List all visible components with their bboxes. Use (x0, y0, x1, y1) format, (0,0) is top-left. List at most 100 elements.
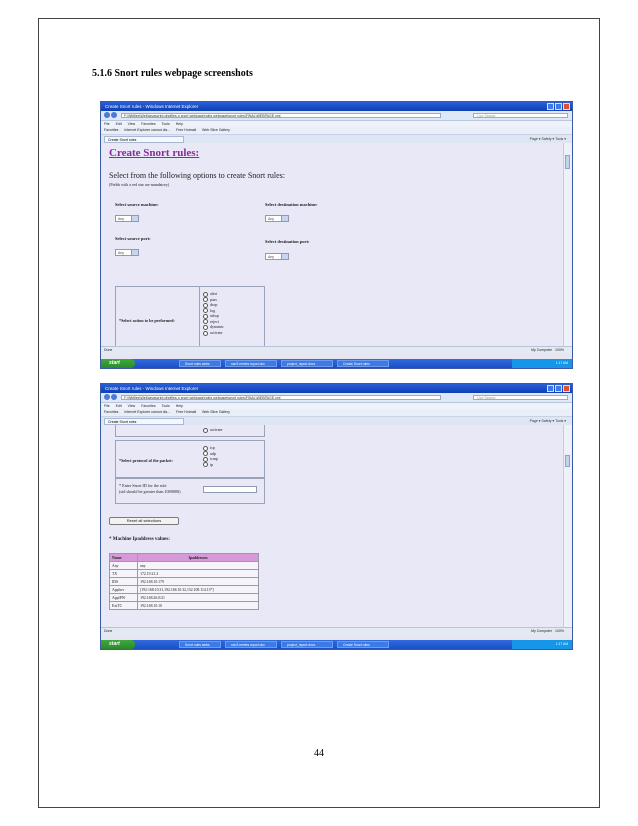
status-zoom[interactable]: 100% (555, 348, 564, 352)
action-fieldset-tail (115, 425, 265, 437)
menu-view[interactable]: View (128, 122, 136, 126)
system-tray: 1:17 AM (512, 359, 572, 368)
reset-button[interactable]: Reset all selections (109, 517, 179, 525)
minimize-icon[interactable] (547, 103, 554, 110)
table-cell: Applsrv (108, 585, 139, 594)
minimize-icon[interactable] (547, 385, 554, 392)
status-zoom[interactable]: 100% (555, 629, 564, 633)
favorites-button[interactable]: Favorites (104, 128, 118, 132)
menu-edit[interactable]: Edit (116, 404, 122, 408)
taskbar-item[interactable]: Snort rules webs (179, 360, 221, 367)
close-icon[interactable] (563, 103, 570, 110)
screenshot-1: Create Snort rules - Windows Internet Ex… (100, 101, 573, 369)
scrollbar-thumb[interactable] (565, 455, 570, 467)
radio-icmp[interactable]: icmp (203, 456, 218, 462)
table-row: TX 172.19.21.2 (108, 569, 259, 578)
table-header-cell: Ipaddresses (137, 553, 259, 562)
menu-tools[interactable]: Tools (162, 122, 170, 126)
menu-tools[interactable]: Tools (162, 404, 170, 408)
search-input[interactable]: Live Search (473, 395, 568, 400)
taskbar-item[interactable]: project_report.docx (281, 641, 333, 648)
table-row: Applsrv [192.168.10.31,192.168.10.32,152.… (108, 585, 259, 594)
machine-heading: * Machine Ipaddress values: (109, 537, 170, 542)
table-cell: ApplPW (108, 593, 139, 602)
source-port-select[interactable]: Any (115, 249, 139, 256)
favorite-link[interactable]: Free Hotmail (176, 128, 196, 132)
back-icon[interactable] (104, 112, 110, 118)
vertical-scrollbar[interactable] (563, 425, 572, 627)
sid-input[interactable] (203, 486, 257, 493)
favorite-link[interactable]: Free Hotmail (176, 410, 196, 414)
table-header-cell: Name (108, 553, 139, 562)
radio-ip[interactable]: ip (203, 462, 218, 468)
menu-help[interactable]: Help (176, 404, 183, 408)
start-button[interactable]: start (101, 640, 135, 649)
menu-file[interactable]: File (104, 404, 110, 408)
dest-machine-select[interactable]: Any (265, 215, 289, 222)
command-bar[interactable]: Page ▾ Safety ▾ Tools ▾ (530, 135, 566, 143)
table-cell: IDS (108, 577, 139, 586)
page-content: activate *Select protocol of the packet:… (101, 425, 564, 627)
table-cell: ExtTC (108, 601, 139, 610)
chevron-down-icon (281, 216, 288, 221)
browser-tab[interactable]: Create Snort rules (104, 136, 184, 143)
window-title: Create Snort rules - Windows Internet Ex… (105, 386, 199, 391)
screenshot-2: Create Snort rules - Windows Internet Ex… (100, 383, 573, 650)
favorite-link[interactable]: Internet Explorer cannot dis... (124, 128, 170, 132)
source-port-label: Select source port: (115, 236, 151, 241)
browser-tab[interactable]: Create Snort rules (104, 418, 184, 425)
favorite-link[interactable]: Web Slice Gallery (202, 128, 230, 132)
table-cell: TX (108, 569, 139, 578)
taskbar-item[interactable]: nat 8 entries report.doc (225, 641, 277, 648)
table-cell: any (137, 561, 259, 570)
favorite-link[interactable]: Internet Explorer cannot dis... (124, 410, 170, 414)
taskbar-item[interactable]: nat 8 entries report.doc (225, 360, 277, 367)
forward-icon[interactable] (111, 394, 117, 400)
menu-favorites[interactable]: Favorites (141, 404, 155, 408)
table-cell: 192.168.26.0/21 (137, 593, 259, 602)
form-note: (Fields with a red star are mandatory) (109, 182, 170, 187)
favorite-link[interactable]: Web Slice Gallery (202, 410, 230, 414)
close-icon[interactable] (563, 385, 570, 392)
action-label: *Select action to be performed: (119, 318, 175, 323)
address-input[interactable]: F:\Wbfiles\Web\javascript-phpfiles-n sno… (121, 113, 441, 118)
source-machine-select[interactable]: Any (115, 215, 139, 222)
address-input[interactable]: F:\Wbfiles\Web\javascript-phpfiles-n sno… (121, 395, 441, 400)
taskbar-item[interactable]: Create Snort rules (337, 360, 389, 367)
form-intro: Select from the following options to cre… (109, 171, 285, 180)
address-bar: F:\Wbfiles\Web\javascript-phpfiles-n sno… (101, 393, 572, 403)
menu-view[interactable]: View (128, 404, 136, 408)
favorites-bar: Favorites Internet Explorer cannot dis...… (101, 409, 572, 417)
taskbar-item[interactable]: Snort rules webs (179, 641, 221, 648)
action-radio-group: alert pass drop log sdrop reject dynamic… (203, 291, 224, 336)
scrollbar-thumb[interactable] (565, 155, 570, 169)
menu-favorites[interactable]: Favorites (141, 122, 155, 126)
command-bar[interactable]: Page ▾ Safety ▾ Tools ▾ (530, 417, 566, 425)
radio-activate[interactable]: activate (203, 330, 224, 336)
dest-port-select[interactable]: Any (265, 253, 289, 260)
window-title: Create Snort rules - Windows Internet Ex… (105, 104, 199, 109)
taskbar-item[interactable]: project_report.docx (281, 360, 333, 367)
taskbar-item[interactable]: Create Snort rules (337, 641, 389, 648)
menu-file[interactable]: File (104, 122, 110, 126)
maximize-icon[interactable] (555, 103, 562, 110)
back-icon[interactable] (104, 394, 110, 400)
source-machine-label: Select source machine: (115, 202, 159, 207)
favorites-button[interactable]: Favorites (104, 410, 118, 414)
address-bar: F:\Wbfiles\Web\javascript-phpfiles-n sno… (101, 111, 572, 121)
search-input[interactable]: Live Search (473, 113, 568, 118)
vertical-scrollbar[interactable] (563, 143, 572, 346)
radio-activate[interactable]: activate (203, 427, 222, 433)
menu-help[interactable]: Help (176, 122, 183, 126)
start-button[interactable]: start (101, 359, 135, 368)
status-bar: Done My Computer 100% (101, 346, 572, 354)
ip-table: Name Ipaddresses Any any TX 172.19.21.2 ID… (108, 553, 259, 610)
maximize-icon[interactable] (555, 385, 562, 392)
table-row: ExtTC 192.168.10.10 (108, 601, 259, 610)
forward-icon[interactable] (111, 112, 117, 118)
action-radio-group: activate (203, 427, 222, 433)
clock: 1:17 AM (555, 642, 568, 646)
table-row: Any any (108, 561, 259, 570)
menu-edit[interactable]: Edit (116, 122, 122, 126)
table-cell: Any (108, 561, 139, 570)
